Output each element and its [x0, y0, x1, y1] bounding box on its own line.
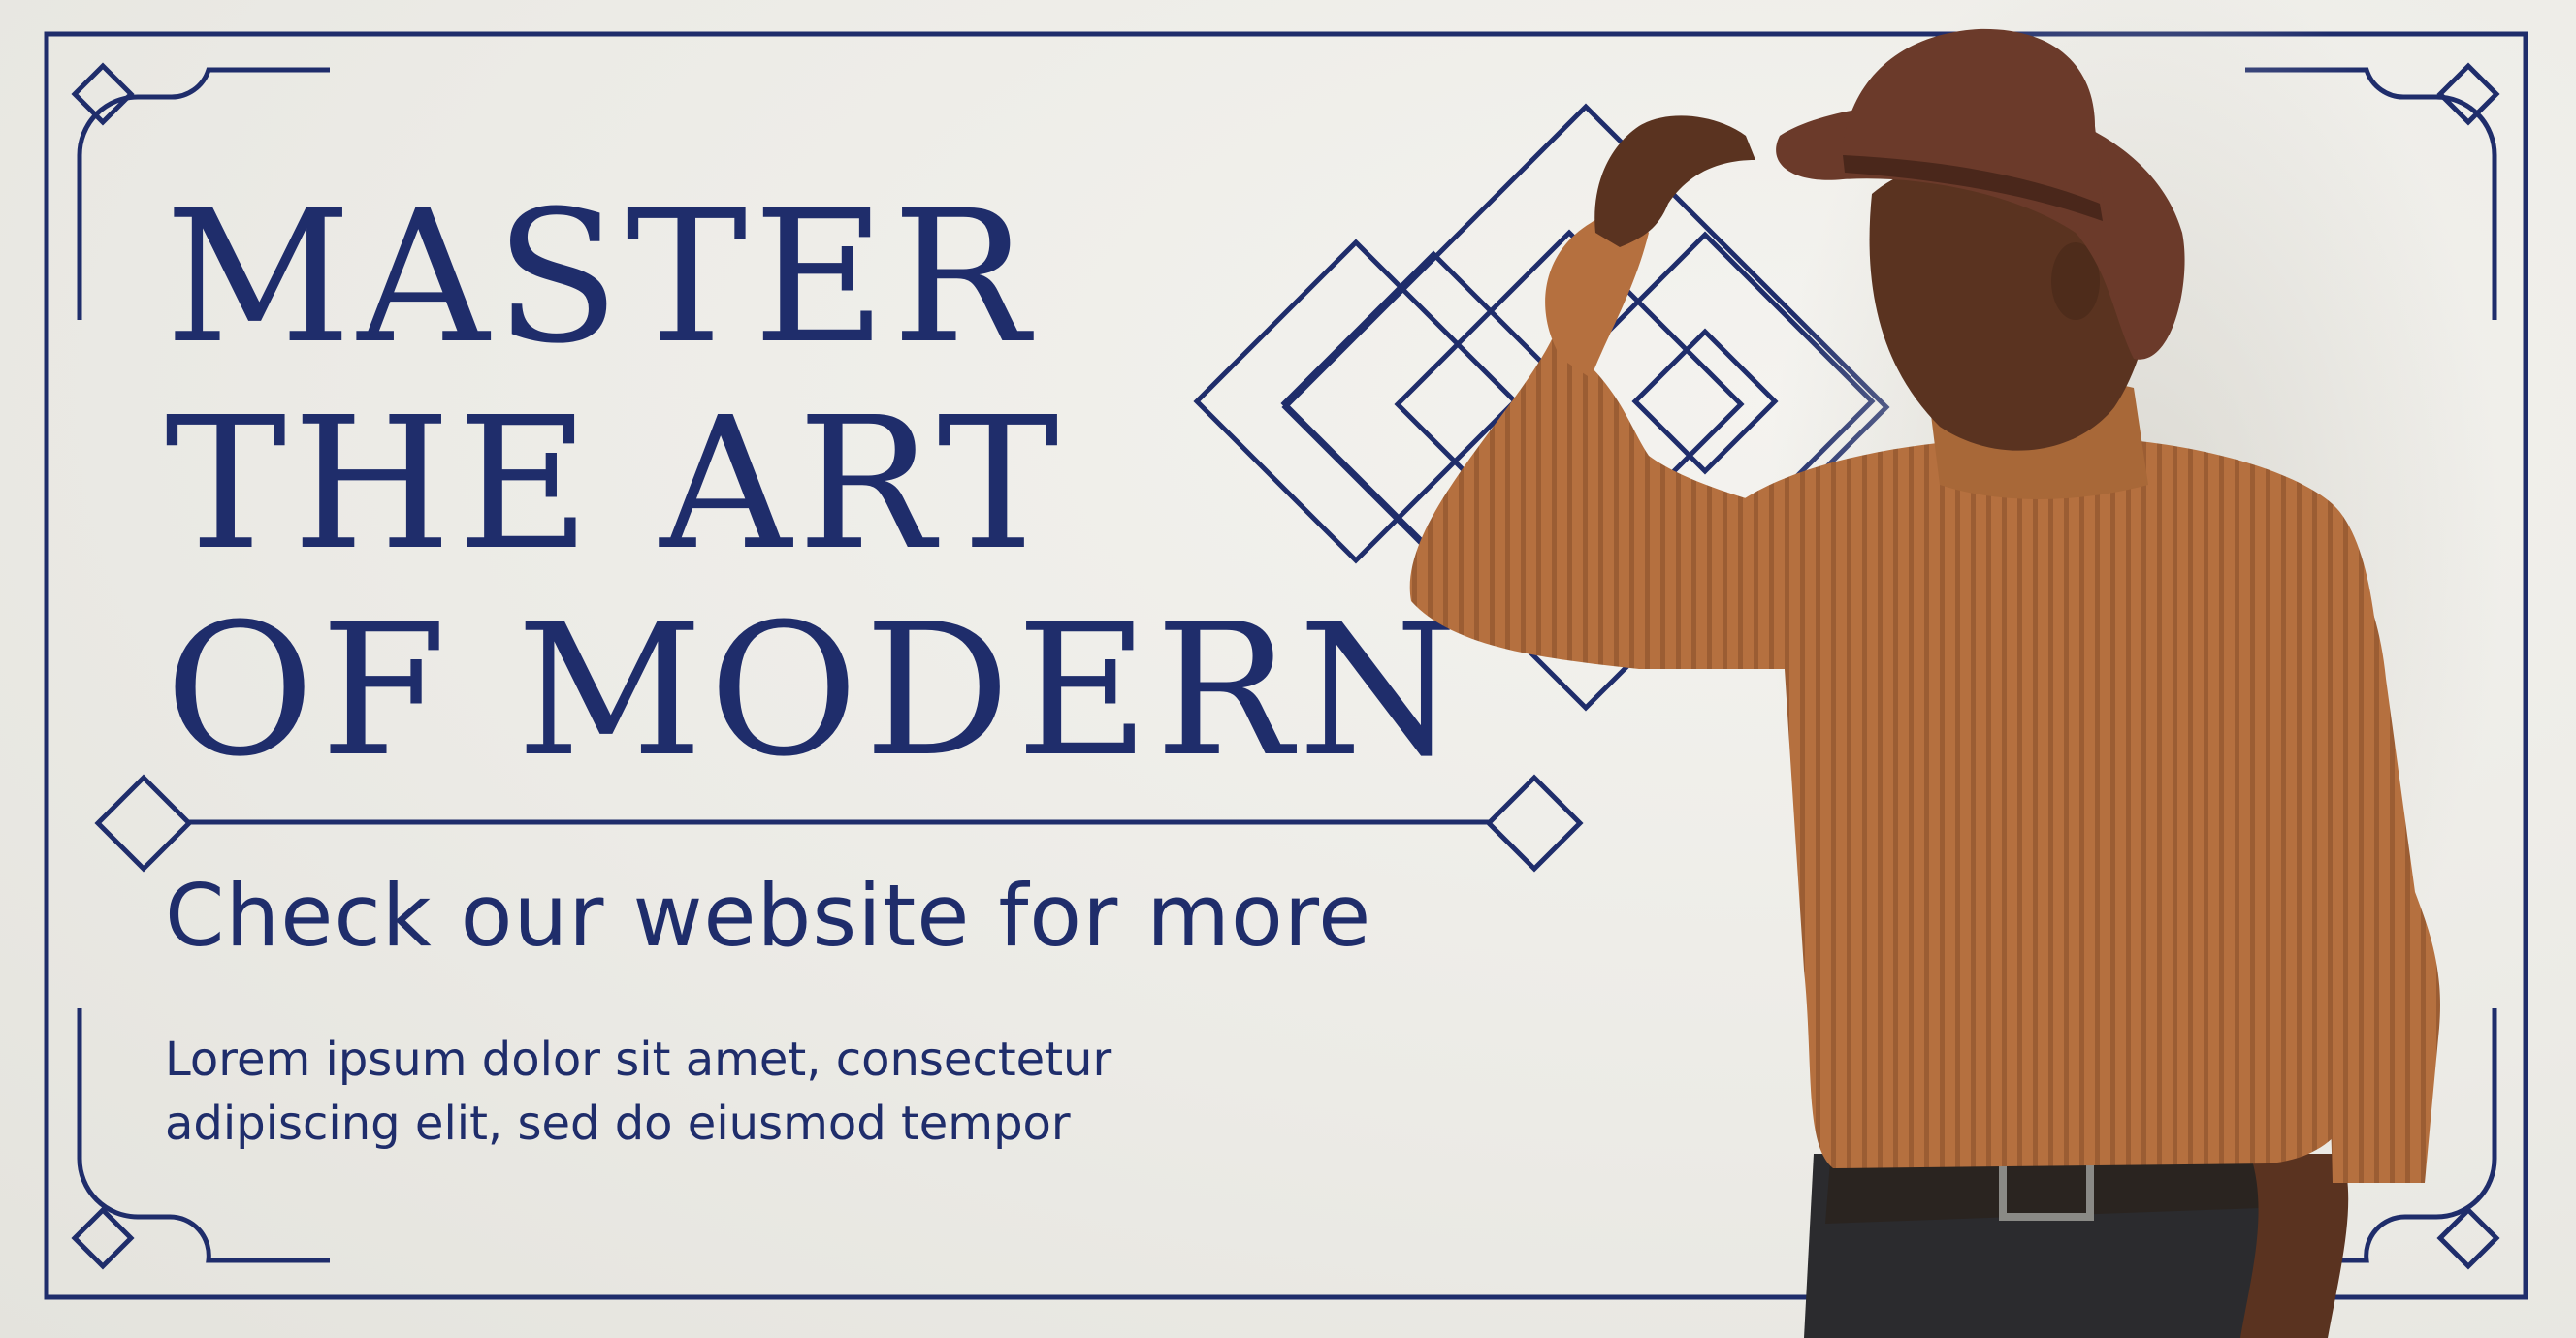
promo-banner: MASTER THE ART OF MODERN Check our websi… [0, 0, 2576, 1338]
body-line-2: adipiscing elit, sed do eiusmod tempor [165, 1097, 1071, 1151]
body-line-1: Lorem ipsum dolor sit amet, consectetur [165, 1033, 1112, 1087]
headline: MASTER THE ART OF MODERN [165, 175, 1464, 794]
diamond-ornament-icon [71, 1206, 135, 1270]
headline-line-1: MASTER [165, 172, 1036, 384]
body-copy: Lorem ipsum dolor sit amet, consectetur … [165, 1028, 1111, 1156]
model-photo [1409, 0, 2502, 1338]
headline-line-2: THE ART [165, 378, 1065, 590]
diamond-ornament-icon [71, 62, 135, 126]
right-hand [2240, 1154, 2349, 1338]
headline-line-3: OF MODERN [165, 585, 1464, 797]
left-hand [1594, 115, 1755, 247]
subheading: Check our website for more [165, 866, 1372, 966]
